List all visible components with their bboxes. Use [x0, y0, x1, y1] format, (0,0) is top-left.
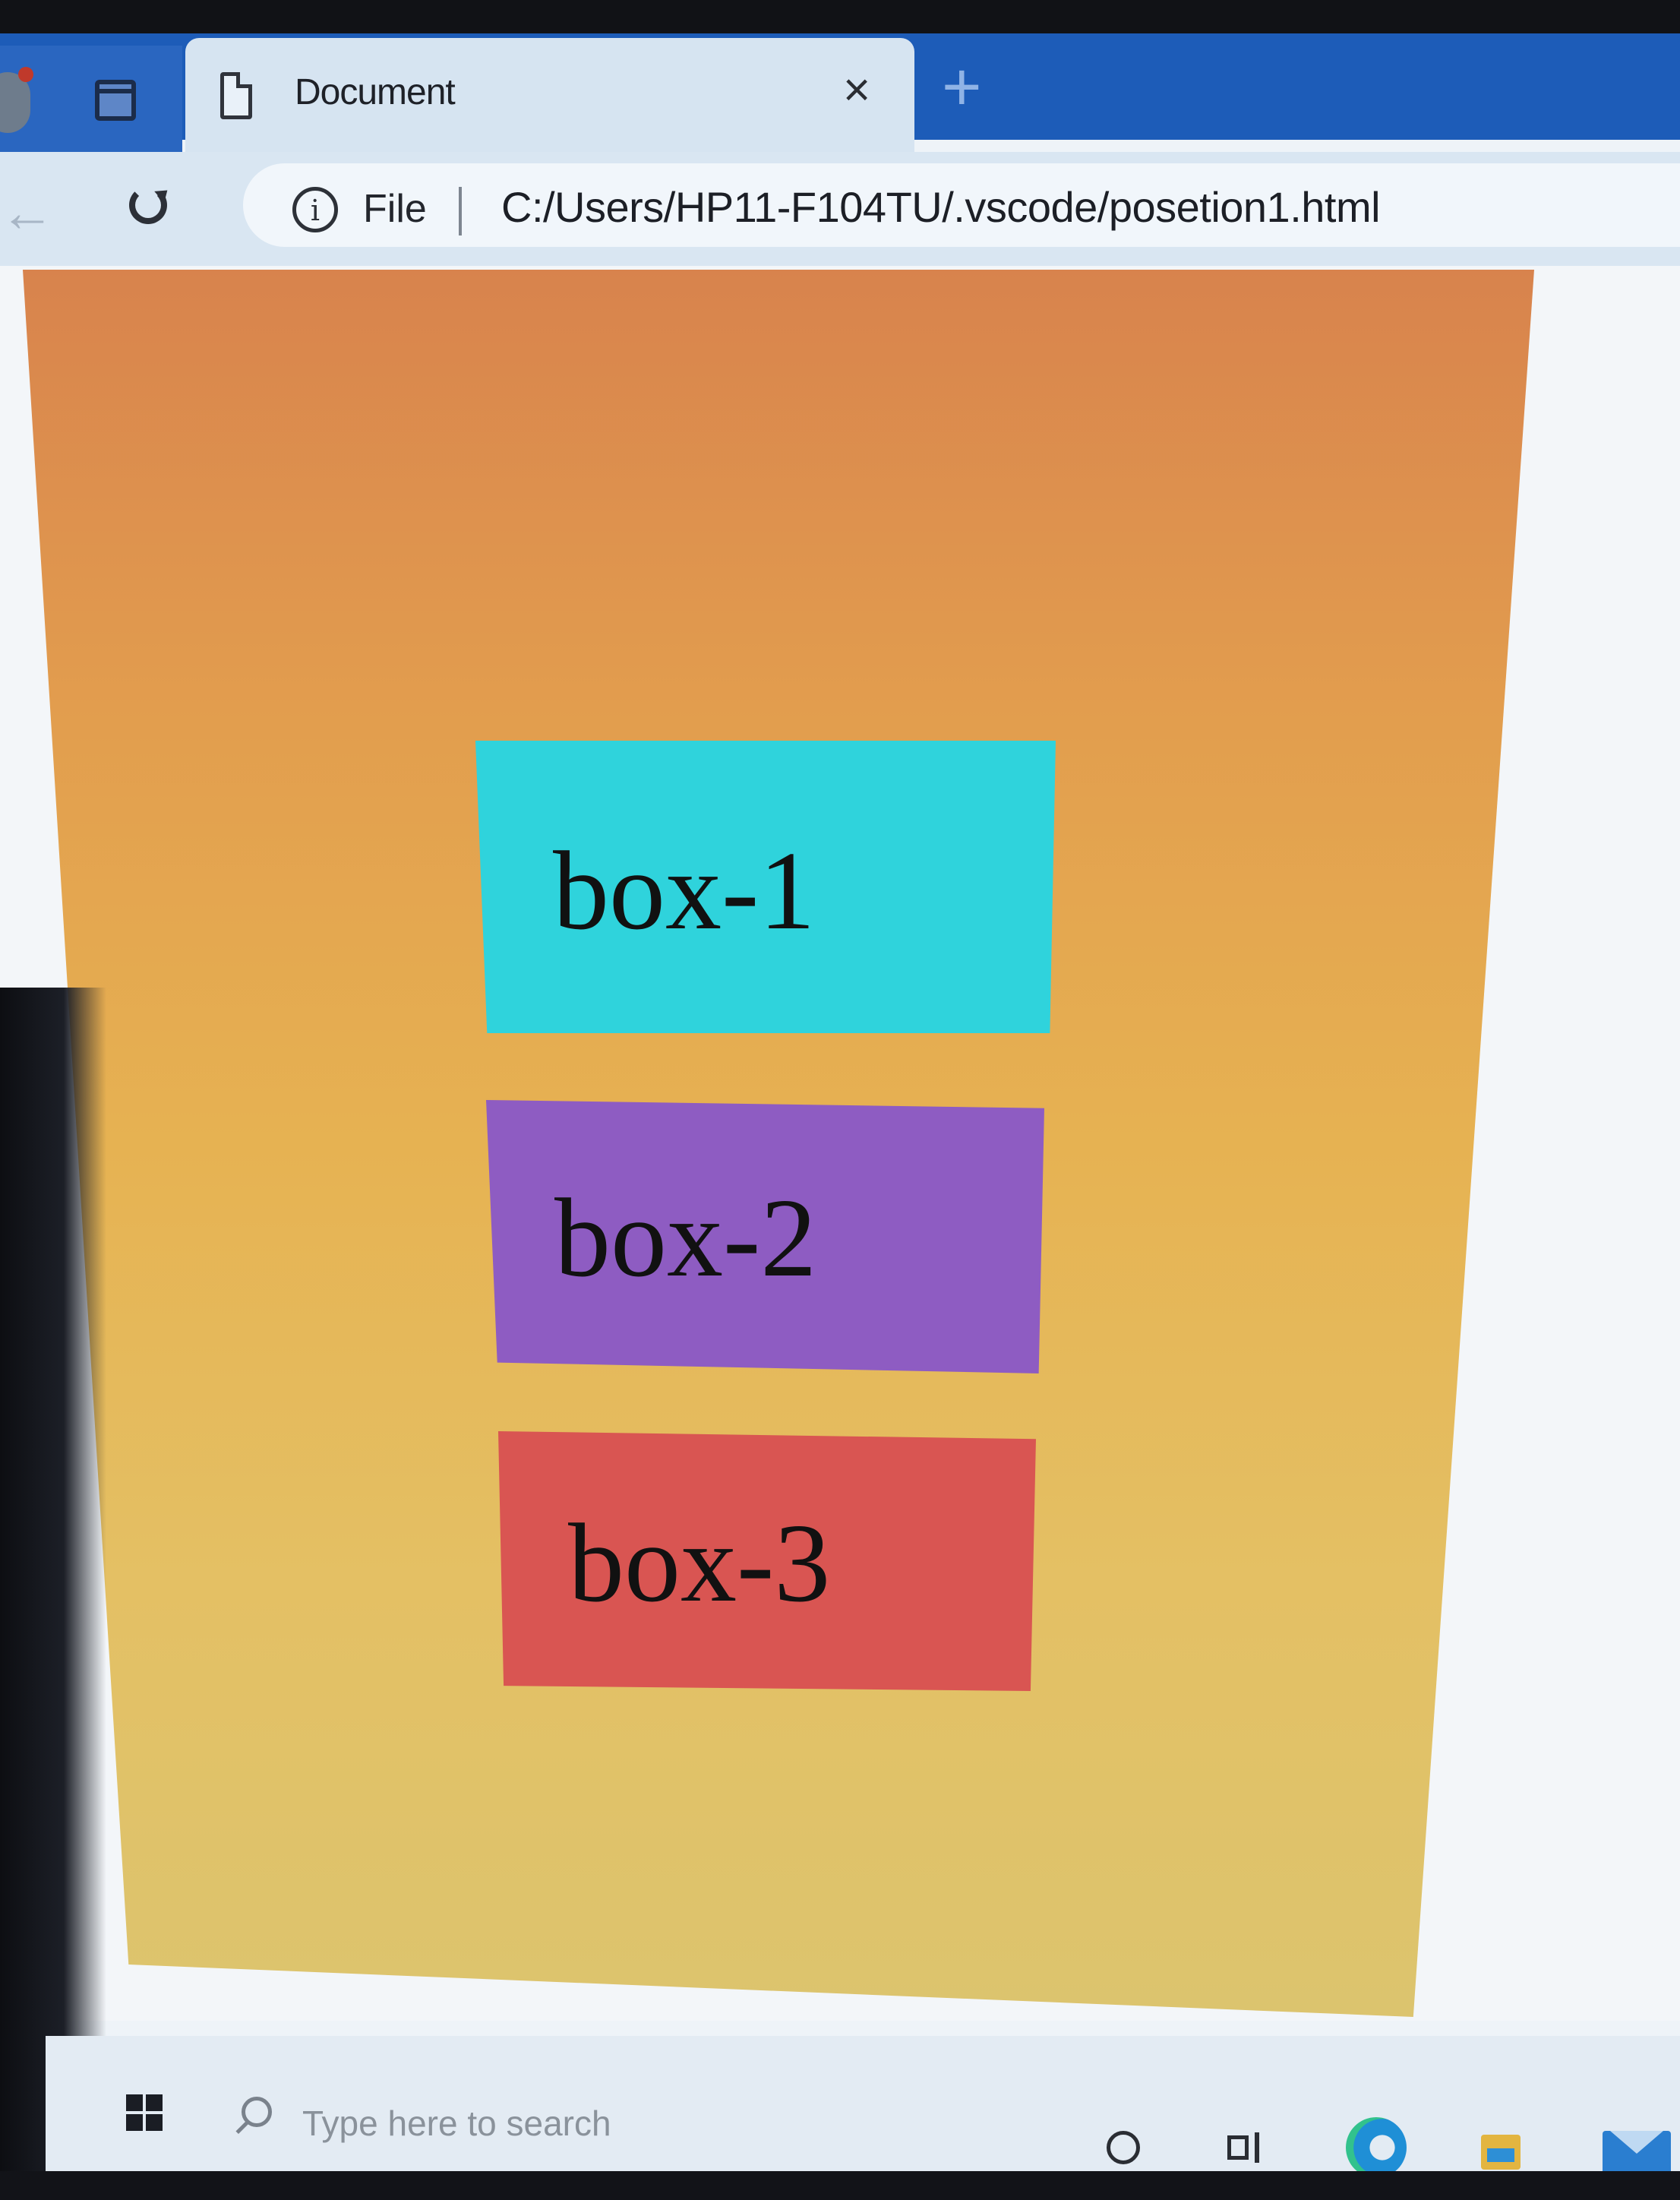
box-2: box-2 — [486, 1100, 1044, 1373]
cortana-icon[interactable] — [1107, 2131, 1140, 2164]
mail-icon[interactable] — [1603, 2131, 1671, 2176]
profile-notification-dot — [18, 67, 33, 82]
photographed-screen: Document × + ← i File C:/Users/HP11-F104… — [0, 0, 1680, 2200]
document-icon — [220, 72, 252, 119]
tab-actions-icon[interactable] — [95, 80, 136, 121]
search-icon — [242, 2097, 272, 2127]
reload-icon[interactable] — [129, 186, 167, 224]
info-icon[interactable]: i — [292, 187, 338, 232]
box-1: box-1 — [475, 741, 1056, 1033]
edge-icon[interactable] — [1346, 2117, 1407, 2178]
monitor-bezel-left — [0, 988, 106, 2200]
new-tab-icon[interactable]: + — [942, 53, 982, 122]
address-divider — [459, 187, 462, 235]
file-explorer-icon[interactable] — [1481, 2135, 1521, 2170]
box-3: box-3 — [498, 1431, 1036, 1691]
taskbar-search-input[interactable] — [302, 2103, 986, 2144]
task-view-icon[interactable] — [1224, 2131, 1265, 2164]
address-url[interactable]: C:/Users/HP11-F104TU/.vscode/posetion1.h… — [501, 182, 1381, 232]
tab-title: Document — [295, 72, 456, 112]
windows-start-icon[interactable] — [126, 2094, 164, 2132]
monitor-bezel-top — [0, 0, 1680, 33]
box-3-label: box-3 — [568, 1501, 831, 1626]
back-arrow-icon[interactable]: ← — [0, 182, 55, 243]
box-1-label: box-1 — [553, 829, 816, 953]
monitor-bezel-bottom — [0, 2171, 1680, 2200]
tab-close-icon[interactable]: × — [843, 64, 870, 117]
box-2-label: box-2 — [554, 1176, 817, 1301]
address-scheme-label: File — [363, 187, 427, 231]
